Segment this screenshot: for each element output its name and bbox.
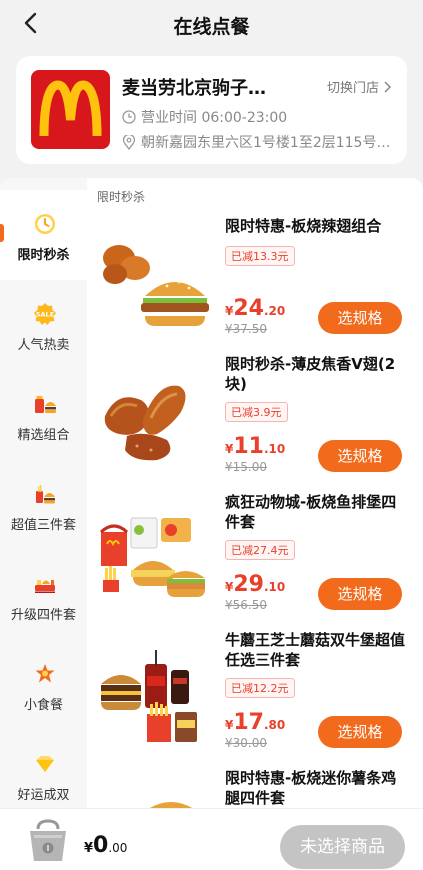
original-price: ¥37.50 xyxy=(225,322,267,336)
double-icon xyxy=(36,756,54,772)
product-name: 限时秒杀-薄皮焦香V翅(2块) xyxy=(225,355,396,393)
sidebar-item-four-piece[interactable]: 升级四件套 xyxy=(0,550,87,640)
chevron-right-icon xyxy=(384,80,391,93)
original-price: ¥56.50 xyxy=(225,598,267,612)
checkout-button[interactable]: 未选择商品 xyxy=(280,825,405,869)
product-item[interactable]: 牛蘑王芝士蘑菇双牛堡超值任选三件套 已减12.2元 ¥17.80 ¥30.00 … xyxy=(97,630,417,768)
sidebar-item-label: 升级四件套 xyxy=(10,608,76,623)
sidebar-item-label: 人气热卖 xyxy=(17,338,70,353)
sidebar-item-snack[interactable]: 小食餐 xyxy=(0,640,87,730)
sidebar-item-label: 小食餐 xyxy=(23,698,63,713)
cart-bar: ¥0.00 未选择商品 xyxy=(0,808,423,870)
discount-tag: 已减13.3元 xyxy=(225,246,295,266)
price-integer: 11 xyxy=(233,434,264,459)
svg-text:SALE: SALE xyxy=(36,311,54,319)
happy-meal-set-image xyxy=(99,517,205,597)
three-piece-icon xyxy=(36,485,55,504)
product-name: 限时特惠-板烧迷你薯条鸡腿四件套 xyxy=(225,769,397,807)
product-name: 牛蘑王芝士蘑菇双牛堡超值任选三件套 xyxy=(225,631,406,669)
sidebar-item-label: 限时秒杀 xyxy=(17,248,70,263)
sidebar-item-label: 精选组合 xyxy=(17,428,70,443)
switch-store-button[interactable]: 切换门店 xyxy=(327,77,391,96)
price-integer: 17 xyxy=(233,710,264,735)
page-title: 在线点餐 xyxy=(173,16,250,38)
sidebar-item-double[interactable]: 好运成双 xyxy=(0,730,87,808)
shopping-bag-icon[interactable] xyxy=(24,819,72,865)
price-integer: 29 xyxy=(233,572,264,597)
product-item[interactable]: 限时特惠-板烧迷你薯条鸡腿四件套 xyxy=(97,768,417,808)
original-price: ¥15.00 xyxy=(225,460,267,474)
store-address: 朝新嘉园东里六区1号楼1至2层115号… xyxy=(122,132,394,152)
product-item[interactable]: 疯狂动物城-板烧鱼排堡四件套 已减27.4元 ¥29.10 ¥56.50 选规格 xyxy=(97,492,417,630)
combo-icon xyxy=(35,396,56,413)
discount-tag: 已减3.9元 xyxy=(225,402,288,422)
total-decimal: .00 xyxy=(108,841,128,855)
header: 在线点餐 xyxy=(0,0,423,48)
product-name: 疯狂动物城-板烧鱼排堡四件套 xyxy=(225,493,397,531)
store-address-text: 朝新嘉园东里六区1号楼1至2层115号… xyxy=(141,135,391,151)
section-title: 限时秒杀 xyxy=(97,190,146,204)
product-item[interactable]: 限时秒杀-薄皮焦香V翅(2块) 已减3.9元 ¥11.10 ¥15.00 选规格 xyxy=(97,354,417,492)
select-spec-button[interactable]: 选规格 xyxy=(318,578,402,610)
price: ¥17.80 xyxy=(225,710,285,735)
select-spec-button[interactable]: 选规格 xyxy=(318,716,402,748)
store-card: 麦当劳北京驹子… 切换门店 营业时间 06:00-23:00 朝新嘉园东里六区1… xyxy=(16,56,407,164)
product-name: 限时特惠-板烧辣翅组合 xyxy=(225,217,382,235)
mushroom-beef-burger-set-image xyxy=(101,650,197,742)
currency-symbol: ¥ xyxy=(84,841,94,856)
price: ¥24.20 xyxy=(225,296,285,321)
price-decimal: .80 xyxy=(263,718,286,732)
sidebar-item-flash-sale[interactable]: 限时秒杀 xyxy=(0,190,87,280)
price-decimal: .10 xyxy=(263,442,286,456)
price-integer: 24 xyxy=(233,296,264,321)
select-spec-button[interactable]: 选规格 xyxy=(318,440,402,472)
category-sidebar: 限时秒杀 SALE 人气热卖 精选组合 超值三件套 升级四件套 小食餐 好运成双 xyxy=(0,178,87,808)
sale-badge-icon: SALE xyxy=(34,303,56,325)
sidebar-item-hot-sale[interactable]: SALE 人气热卖 xyxy=(0,280,87,370)
price: ¥29.10 xyxy=(225,572,285,597)
price: ¥11.10 xyxy=(225,434,285,459)
store-hours-text: 营业时间 06:00-23:00 xyxy=(141,110,288,126)
sidebar-item-three-piece[interactable]: 超值三件套 xyxy=(0,460,87,550)
active-indicator xyxy=(0,224,4,242)
snack-icon xyxy=(35,664,55,683)
clock-icon xyxy=(122,110,136,124)
mini-fries-drumstick-set-image xyxy=(150,802,192,808)
cart-total: ¥0.00 xyxy=(84,833,127,858)
discount-tag: 已减27.4元 xyxy=(225,540,295,560)
select-spec-button[interactable]: 选规格 xyxy=(318,302,402,334)
spicy-wings-combo-image xyxy=(103,245,209,326)
four-piece-icon xyxy=(35,580,55,593)
sidebar-item-label: 好运成双 xyxy=(17,788,70,803)
discount-tag: 已减12.2元 xyxy=(225,678,295,698)
chicken-wings-image xyxy=(104,385,186,461)
price-decimal: .20 xyxy=(263,304,286,318)
clock-icon xyxy=(35,214,55,234)
switch-store-label: 切换门店 xyxy=(326,81,379,96)
store-name: 麦当劳北京驹子… xyxy=(122,78,266,99)
location-pin-icon xyxy=(122,134,136,150)
total-integer: 0 xyxy=(93,833,109,858)
sidebar-item-combo[interactable]: 精选组合 xyxy=(0,370,87,460)
store-hours: 营业时间 06:00-23:00 xyxy=(122,107,287,127)
original-price: ¥30.00 xyxy=(225,736,267,750)
price-decimal: .10 xyxy=(263,580,286,594)
mcdonalds-logo xyxy=(31,70,110,149)
product-item[interactable]: 限时特惠-板烧辣翅组合 已减13.3元 ¥24.20 ¥37.50 选规格 xyxy=(97,216,417,354)
sidebar-item-label: 超值三件套 xyxy=(10,518,76,533)
menu-panel: 限时秒杀 SALE 人气热卖 精选组合 超值三件套 升级四件套 小食餐 好运成双… xyxy=(0,178,423,808)
